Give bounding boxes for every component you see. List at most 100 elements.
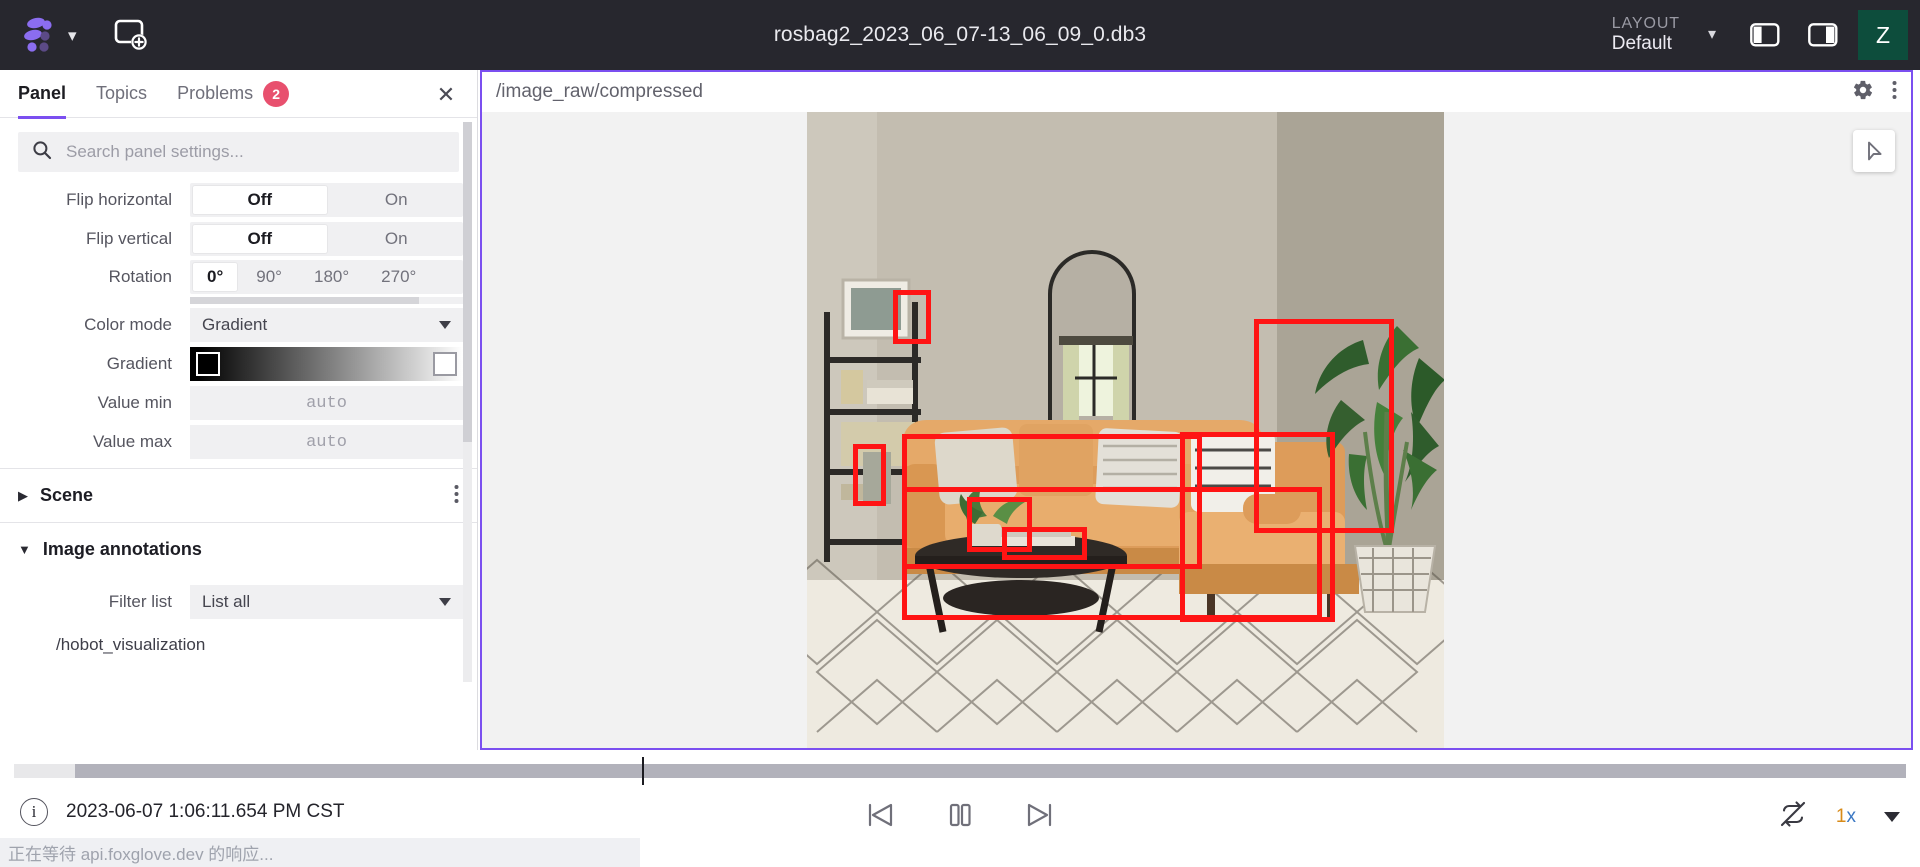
value-max-label: Value max — [92, 432, 172, 451]
tab-problems-label: Problems — [177, 83, 254, 103]
seek-unloaded-range — [14, 764, 75, 778]
playback-speed-number: 1 — [1835, 805, 1847, 827]
setting-row-flip-vertical: Flip vertical Off On — [0, 221, 477, 257]
panel-body — [482, 112, 1911, 748]
left-sidebar-toggle-icon[interactable] — [1742, 12, 1788, 58]
section-image-annotations-title: Image annotations — [42, 539, 202, 559]
pause-button[interactable] — [941, 796, 979, 834]
avatar[interactable]: Z — [1858, 10, 1908, 60]
flip-vertical-off[interactable]: Off — [193, 225, 327, 253]
playback-right-controls: 1x — [1778, 800, 1900, 833]
flip-vertical-toggle[interactable]: Off On — [190, 222, 463, 256]
filter-list-value: List all — [202, 592, 251, 611]
chevron-down-icon — [439, 598, 451, 606]
section-image-annotations[interactable]: ▼ Image annotations — [0, 522, 477, 576]
gear-icon[interactable] — [1852, 79, 1874, 106]
search-input[interactable] — [66, 142, 426, 162]
playback-speed-chevron-down-icon[interactable] — [1884, 811, 1900, 822]
close-icon[interactable]: ✕ — [433, 82, 459, 108]
topbar-right-controls: LAYOUT Default ▾ Z — [1612, 0, 1920, 70]
annotation-shelf-object-box — [853, 444, 886, 506]
foxglove-logo-icon[interactable] — [18, 13, 62, 57]
top-toolbar: ▾ rosbag2_2023_06_07-13_06_09_0.db3 LAYO… — [0, 0, 1920, 70]
flip-vertical-label: Flip vertical — [86, 229, 172, 248]
flip-horizontal-off[interactable]: Off — [193, 186, 327, 214]
annotation-picture-frame-box — [893, 290, 931, 344]
add-panel-icon[interactable] — [111, 15, 151, 55]
scene-more-vertical-icon[interactable] — [454, 484, 459, 507]
value-max-input[interactable]: auto — [190, 425, 463, 459]
rotation-180[interactable]: 180° — [298, 260, 365, 294]
playback-speed-unit: x — [1846, 805, 1857, 827]
setting-row-value-max: Value max auto — [0, 424, 477, 460]
chevron-down-icon: ▼ — [18, 542, 31, 557]
sidebar-tabs: Panel Topics Problems 2 ✕ — [0, 70, 477, 119]
image-panel: /image_raw/compressed — [480, 70, 1913, 750]
tab-topics[interactable]: Topics — [96, 70, 147, 118]
annotation-coffee-table-box — [902, 487, 1322, 620]
tab-panel-label: Panel — [18, 83, 67, 103]
chevron-right-icon: ▶ — [18, 487, 28, 503]
right-sidebar-toggle-icon[interactable] — [1800, 12, 1846, 58]
setting-row-rotation: Rotation 0° 90° 180° 270° — [0, 260, 477, 304]
color-mode-value: Gradient — [202, 315, 268, 334]
problems-count-badge[interactable]: 2 — [263, 80, 290, 107]
setting-row-value-min: Value min auto — [0, 385, 477, 421]
color-mode-select[interactable]: Gradient — [190, 308, 463, 342]
gradient-bar[interactable] — [190, 347, 463, 381]
playhead-marker[interactable] — [642, 757, 645, 785]
sidebar-vertical-scrollbar[interactable] — [463, 122, 472, 682]
chevron-down-icon — [439, 321, 451, 329]
rotation-toggle[interactable]: 0° 90° 180° 270° — [190, 260, 463, 294]
seek-bar[interactable] — [0, 752, 1920, 788]
cursor-pointer-icon[interactable] — [1853, 130, 1895, 172]
value-min-label: Value min — [97, 393, 172, 412]
camera-image[interactable] — [807, 112, 1444, 748]
setting-row-gradient: Gradient — [0, 346, 477, 382]
rotation-0[interactable]: 0° — [193, 263, 238, 291]
layout-value: Default — [1611, 33, 1672, 55]
section-scene[interactable]: ▶ Scene — [0, 468, 477, 522]
value-min-input[interactable]: auto — [190, 386, 463, 420]
section-scene-title: Scene — [40, 485, 94, 505]
layout-chevron-down-icon[interactable]: ▾ — [1708, 27, 1716, 43]
setting-row-filter-list: Filter list List all — [0, 584, 477, 620]
search-icon — [32, 140, 52, 165]
filter-list-label: Filter list — [108, 592, 172, 611]
flip-horizontal-on[interactable]: On — [330, 183, 464, 217]
tab-topics-label: Topics — [96, 83, 148, 103]
transport-controls — [0, 796, 1920, 834]
tab-panel[interactable]: Panel — [18, 70, 67, 119]
setting-row-color-mode: Color mode Gradient — [0, 307, 477, 343]
panel-header: /image_raw/compressed — [482, 72, 1911, 112]
panel-header-icons — [1852, 79, 1897, 106]
seek-forward-button[interactable] — [1021, 796, 1059, 834]
logo-chevron-down-icon[interactable]: ▾ — [68, 27, 77, 44]
setting-row-flip-horizontal: Flip horizontal Off On — [0, 182, 477, 218]
rotation-90[interactable]: 90° — [240, 260, 298, 294]
seek-track[interactable] — [14, 757, 1906, 785]
rotation-270[interactable]: 270° — [365, 260, 432, 294]
seek-backward-button[interactable] — [861, 796, 899, 834]
panel-more-vertical-icon[interactable] — [1892, 79, 1897, 106]
left-sidebar: Panel Topics Problems 2 ✕ Flip horizonta… — [0, 70, 478, 750]
flip-vertical-on[interactable]: On — [330, 222, 464, 256]
search-panel-settings[interactable] — [18, 132, 459, 172]
rotation-label: Rotation — [108, 267, 172, 286]
filter-list-select[interactable]: List all — [190, 585, 463, 619]
gradient-start-swatch[interactable] — [196, 352, 220, 376]
tab-problems[interactable]: Problems — [177, 70, 253, 118]
playback-speed[interactable]: 1x — [1836, 806, 1856, 828]
rotation-horizontal-scrollbar[interactable] — [190, 297, 463, 304]
gradient-end-swatch[interactable] — [433, 352, 457, 376]
seek-loaded-range — [14, 764, 1906, 778]
status-bar: 正在等待 api.foxglove.dev 的响应... — [0, 838, 640, 867]
panel-title: /image_raw/compressed — [496, 81, 703, 102]
layout-selector[interactable]: LAYOUT Default — [1612, 15, 1686, 55]
repeat-off-icon[interactable] — [1778, 800, 1808, 833]
annotation-topic-item[interactable]: /hobot_visualization — [0, 623, 477, 667]
gradient-label: Gradient — [106, 354, 172, 373]
flip-horizontal-label: Flip horizontal — [66, 190, 172, 209]
flip-horizontal-toggle[interactable]: Off On — [190, 183, 463, 217]
status-text: 正在等待 api.foxglove.dev 的响应... — [8, 845, 274, 864]
